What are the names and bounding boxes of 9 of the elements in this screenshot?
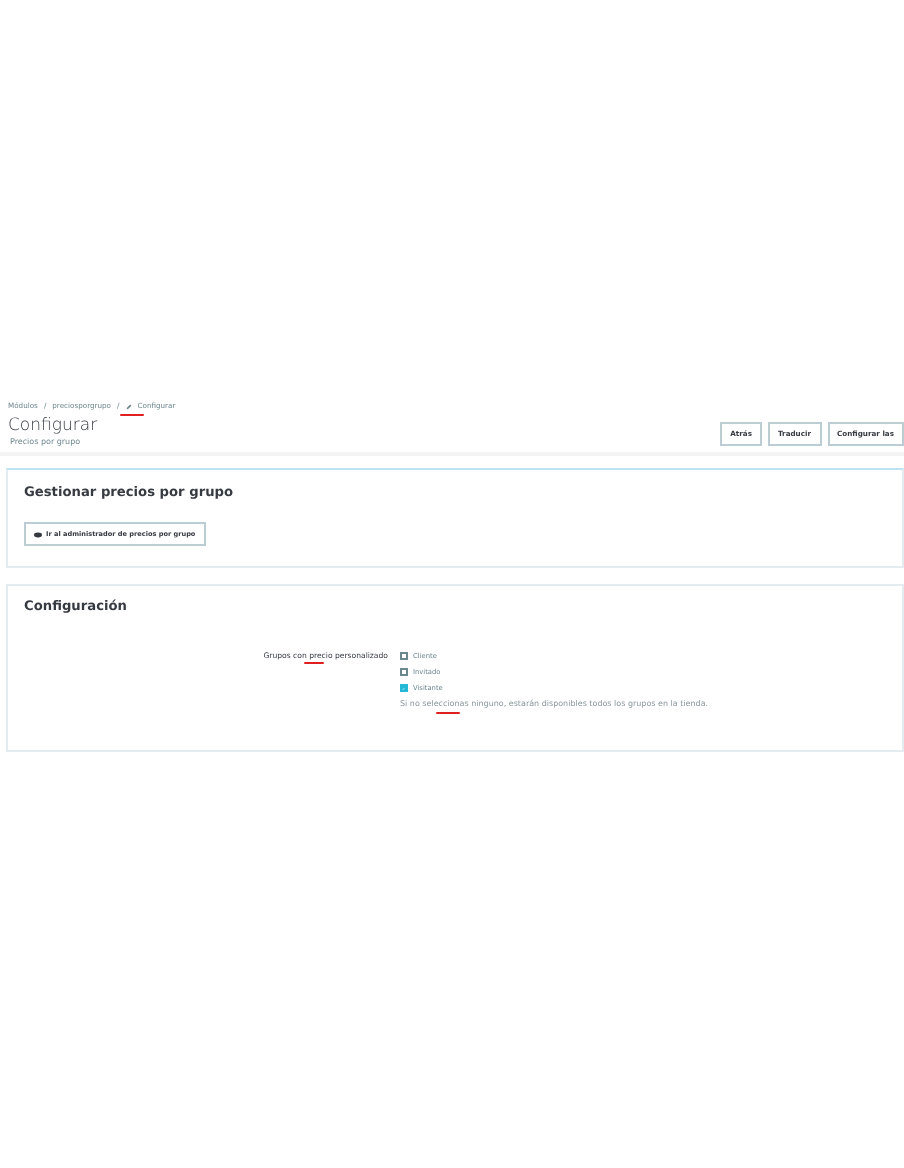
pencil-icon bbox=[125, 403, 132, 409]
annotation-mark bbox=[436, 712, 460, 715]
annotation-mark bbox=[120, 414, 144, 416]
page-title: Configurar bbox=[8, 416, 98, 436]
checkbox[interactable] bbox=[400, 652, 407, 660]
checkbox[interactable] bbox=[400, 684, 407, 692]
annotation-mark bbox=[304, 662, 324, 665]
eye-icon bbox=[34, 531, 42, 537]
checkbox[interactable] bbox=[400, 668, 407, 676]
